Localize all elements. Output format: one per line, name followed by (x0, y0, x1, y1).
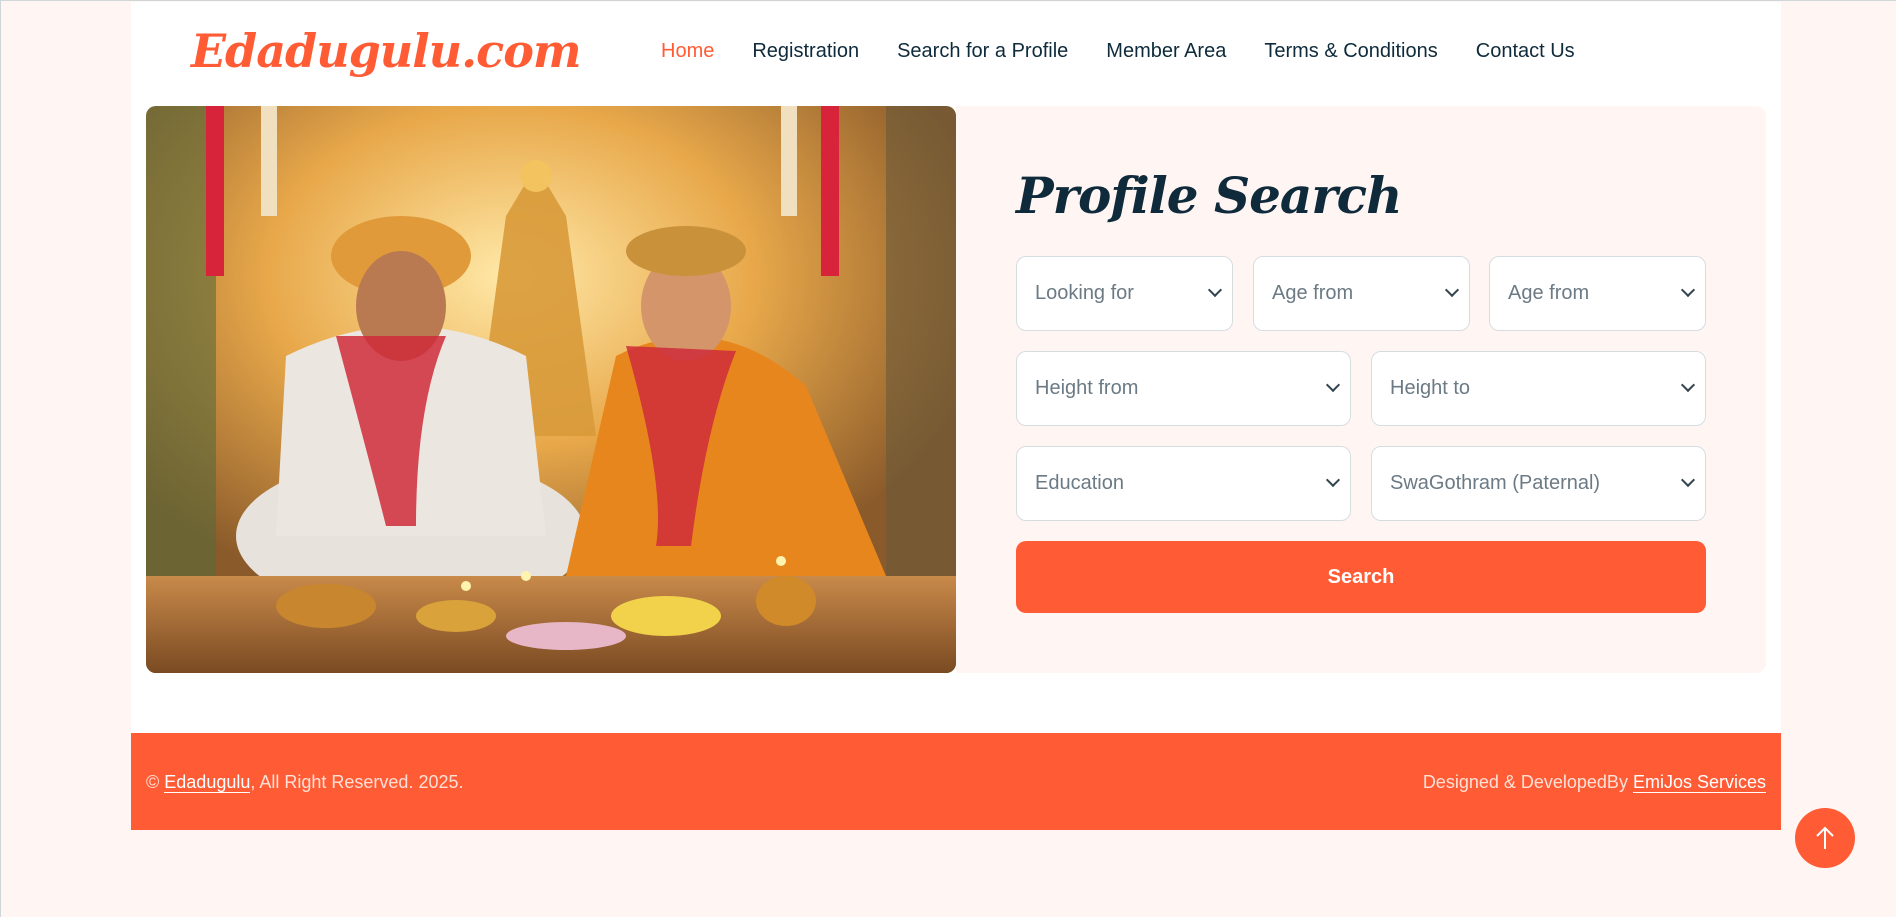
age-from-value: Age from (1272, 282, 1354, 304)
nav-member-area[interactable]: Member Area (1106, 40, 1226, 63)
back-to-top-button[interactable] (1795, 808, 1855, 868)
footer-designer-link[interactable]: EmiJos Services (1632, 772, 1766, 793)
looking-for-value: Looking for (1035, 282, 1134, 304)
page-container: Edadugulu.com Home Registration Search f… (131, 2, 1781, 830)
profile-search-title: Profile Search (1016, 166, 1402, 225)
height-to-select[interactable]: Height to (1371, 351, 1706, 426)
chevron-down-icon (1680, 377, 1696, 393)
height-from-value: Height from (1035, 377, 1139, 399)
age-to-value: Age from (1508, 282, 1590, 304)
chevron-down-icon (1444, 282, 1460, 298)
footer-copyright: © Edadugulu, All Right Reserved. 2025. (146, 772, 464, 793)
nav-home[interactable]: Home (661, 40, 714, 63)
height-to-value: Height to (1390, 377, 1471, 399)
gothram-select[interactable]: SwaGothram (Paternal) (1371, 446, 1706, 521)
looking-for-select[interactable]: Looking for (1016, 256, 1233, 331)
chevron-down-icon (1680, 472, 1696, 488)
main-nav: Home Registration Search for a Profile M… (661, 40, 1613, 63)
footer-rights-text: , All Right Reserved. 2025. (250, 772, 464, 792)
age-to-select[interactable]: Age from (1489, 256, 1706, 331)
profile-search-panel: Profile Search Looking for Age from Age … (956, 106, 1766, 673)
hero-wedding-image (146, 106, 956, 673)
education-value: Education (1035, 472, 1124, 494)
footer-credits: Designed & DevelopedBy EmiJos Services (1423, 772, 1766, 793)
site-logo[interactable]: Edadugulu.com (191, 24, 582, 78)
footer-site-link[interactable]: Edadugulu (164, 772, 251, 793)
nav-terms[interactable]: Terms & Conditions (1264, 40, 1437, 63)
height-from-select[interactable]: Height from (1016, 351, 1351, 426)
nav-contact[interactable]: Contact Us (1476, 40, 1575, 63)
chevron-down-icon (1207, 282, 1223, 298)
footer: © Edadugulu, All Right Reserved. 2025. D… (131, 733, 1781, 830)
footer-designed-text: Designed & DevelopedBy (1422, 772, 1628, 792)
chevron-down-icon (1680, 282, 1696, 298)
arrow-up-icon (1816, 826, 1834, 849)
chevron-down-icon (1325, 377, 1341, 393)
gothram-value: SwaGothram (Paternal) (1390, 472, 1601, 494)
copyright-symbol: © (146, 772, 160, 792)
navbar: Edadugulu.com Home Registration Search f… (131, 2, 1781, 106)
search-button[interactable]: Search (1016, 541, 1706, 613)
chevron-down-icon (1325, 472, 1341, 488)
age-from-select[interactable]: Age from (1253, 256, 1470, 331)
education-select[interactable]: Education (1016, 446, 1351, 521)
nav-search-profile[interactable]: Search for a Profile (897, 40, 1068, 63)
nav-registration[interactable]: Registration (752, 40, 859, 63)
